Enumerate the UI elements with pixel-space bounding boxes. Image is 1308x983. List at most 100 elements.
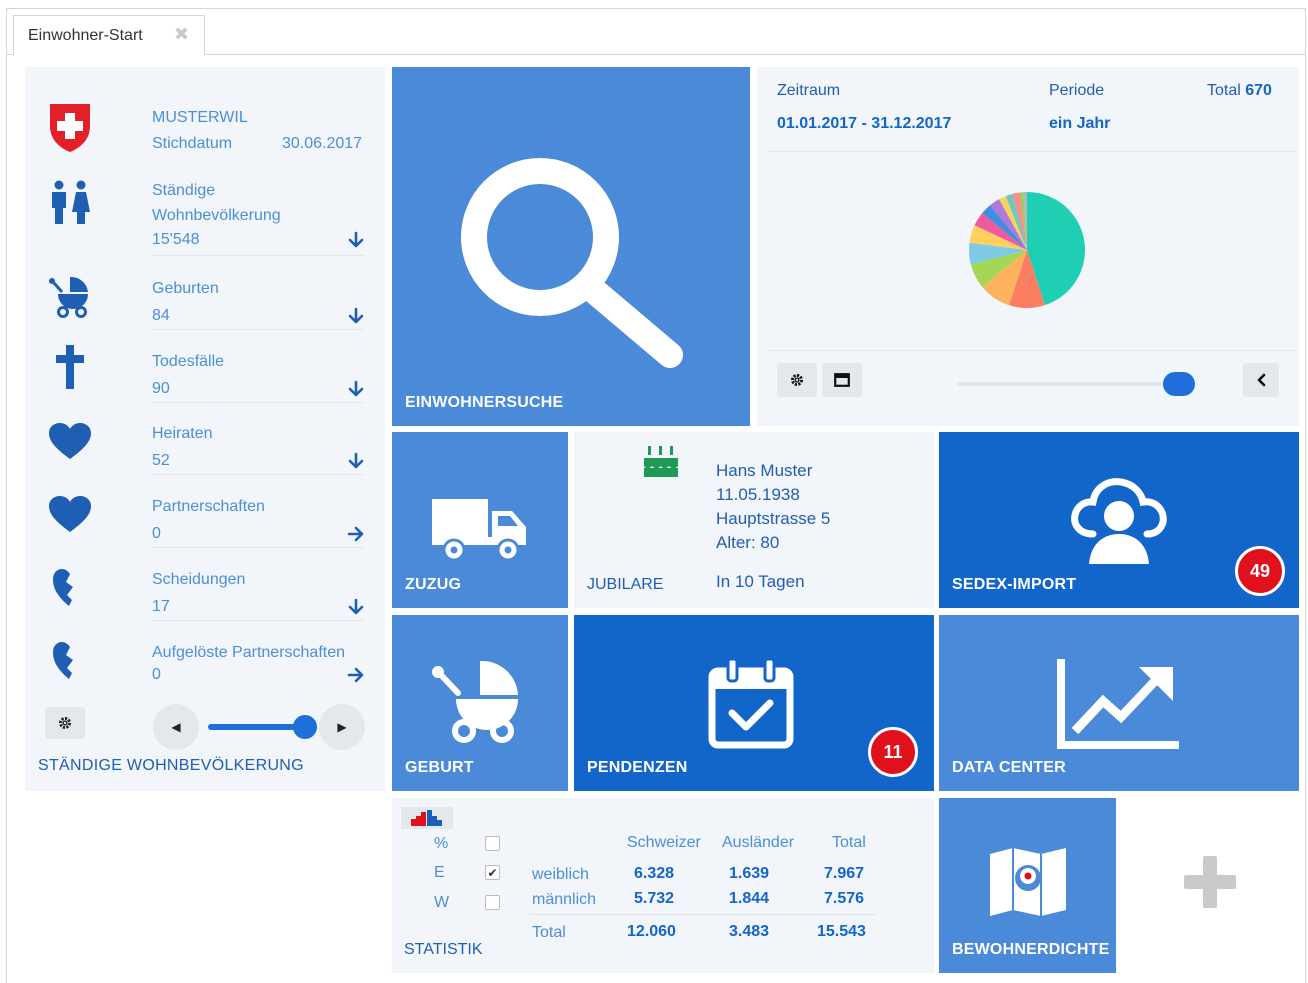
chart-slider-track[interactable] <box>957 382 1187 386</box>
cell-weiblich-auslaender: 1.639 <box>729 865 770 882</box>
next-button[interactable]: ▶ <box>319 704 365 750</box>
commune-row: MUSTERWIL Stichdatum 30.06.2017 <box>25 97 385 157</box>
stat-row-dissolved-partnerships[interactable]: Aufgelöste Partnerschaften 0 <box>25 636 385 696</box>
statistik-panel: % E ✔ W Schweizer Ausländer Total weibli… <box>392 798 934 973</box>
arrow-down-icon[interactable] <box>347 380 365 398</box>
people-icon <box>45 177 95 229</box>
settings-button[interactable] <box>45 707 85 739</box>
stroller-icon <box>45 270 95 322</box>
stat-row-marriages[interactable]: Heiraten 52 <box>25 417 385 477</box>
arrow-down-icon[interactable] <box>347 231 365 249</box>
tile-label: STATISTIK <box>404 941 483 958</box>
tile-label: BEWOHNERDICHTE <box>952 941 1110 958</box>
geburt-tile[interactable]: GEBURT <box>392 615 568 791</box>
total-label: Total <box>1207 82 1241 99</box>
jubilare-tile[interactable]: Hans Muster 11.05.1938 Hauptstrasse 5 Al… <box>574 432 934 608</box>
period-label: Zeitraum <box>777 82 841 99</box>
trend-chart-icon <box>1057 659 1179 749</box>
zuzug-tile[interactable]: ZUZUG <box>392 432 568 608</box>
arrow-down-icon[interactable] <box>347 452 365 470</box>
calendar-check-icon <box>708 657 794 749</box>
option-e-checkbox[interactable]: ✔ <box>485 865 500 880</box>
stroller-icon <box>432 660 518 743</box>
previous-button[interactable]: ◀ <box>153 704 199 750</box>
cell-total-schweizer: 12.060 <box>627 923 676 940</box>
tile-label: PENDENZEN <box>587 759 688 776</box>
arrow-down-icon[interactable] <box>347 598 365 616</box>
check-icon: ✔ <box>487 865 498 880</box>
stat-label: Aufgelöste Partnerschaften <box>152 644 346 661</box>
chart-slider-handle[interactable] <box>1163 372 1195 396</box>
arrow-right-icon[interactable] <box>347 666 365 684</box>
pyramid-chart-icon <box>401 807 453 829</box>
gear-icon <box>791 374 803 386</box>
row-divider <box>152 329 364 330</box>
stat-row-partnerships[interactable]: Partnerschaften 0 <box>25 490 385 550</box>
cell-total-auslaender: 3.483 <box>729 923 770 940</box>
stat-label: Scheidungen <box>152 571 246 588</box>
stat-value: 0 <box>152 666 161 683</box>
pendenzen-tile[interactable]: PENDENZEN 11 <box>574 615 934 791</box>
stat-row-divorces[interactable]: Scheidungen 17 <box>25 563 385 623</box>
tab-bar: Einwohner-Start ✖ <box>7 9 1305 56</box>
arrow-down-icon[interactable] <box>347 307 365 325</box>
stat-value: 90 <box>152 380 170 397</box>
arrow-right-icon[interactable] <box>347 525 365 543</box>
footer-divider <box>767 350 1297 351</box>
tab-title: Einwohner-Start <box>28 26 143 44</box>
stat-value: 84 <box>152 307 170 324</box>
sedex-badge: 49 <box>1235 546 1285 596</box>
window-toggle-button[interactable] <box>822 363 862 397</box>
total-summary: Total 670 <box>1207 82 1272 100</box>
stat-label: Heiraten <box>152 425 213 442</box>
row-divider <box>152 402 364 403</box>
period-slider-handle[interactable] <box>293 715 317 739</box>
option-w-checkbox[interactable] <box>485 895 500 910</box>
pie-chart-panel: Zeitraum 01.01.2017 - 31.12.2017 Periode… <box>757 67 1299 426</box>
row-label-maennlich: männlich <box>532 891 597 908</box>
stat-value: 0 <box>152 525 161 542</box>
stat-row-population[interactable]: Ständige Wohnbevölkerung 15'548 <box>25 177 385 257</box>
option-percent-label: % <box>434 835 449 852</box>
total-divider <box>530 914 876 915</box>
tile-label: GEBURT <box>405 759 474 776</box>
einwohnersuche-tile[interactable]: EINWOHNERSUCHE <box>392 67 750 426</box>
col-header-total: Total <box>832 834 866 851</box>
tab-einwohner-start[interactable]: Einwohner-Start ✖ <box>13 15 205 56</box>
jubilar-age: Alter: 80 <box>716 533 780 552</box>
row-divider <box>152 547 364 548</box>
data-center-tile[interactable]: DATA CENTER <box>939 615 1299 791</box>
row-divider <box>152 620 364 621</box>
triangle-left-icon: ◀ <box>171 720 181 734</box>
birthday-cake-icon <box>644 446 678 477</box>
broken-heart-icon <box>45 634 95 686</box>
row-divider <box>152 255 364 256</box>
stat-label: Ständige <box>152 182 216 199</box>
option-percent-checkbox[interactable] <box>485 836 500 851</box>
sedex-import-tile[interactable]: SEDEX-IMPORT 49 <box>939 432 1299 608</box>
bewohnerdichte-tile[interactable]: BEWOHNERDICHTE <box>939 798 1116 973</box>
cell-maennlich-auslaender: 1.844 <box>729 890 770 907</box>
col-header-auslaender: Ausländer <box>722 834 795 851</box>
stat-row-deaths[interactable]: Todesfälle 90 <box>25 345 385 405</box>
close-icon[interactable]: ✖ <box>174 25 190 43</box>
stat-label: Geburten <box>152 280 219 297</box>
cell-maennlich-schweizer: 5.732 <box>634 890 675 907</box>
col-header-schweizer: Schweizer <box>627 834 701 851</box>
add-tile-button[interactable] <box>1122 798 1299 973</box>
stat-row-births[interactable]: Geburten 84 <box>25 272 385 332</box>
panel-title: STÄNDIGE WOHNBEVÖLKERUNG <box>38 757 304 774</box>
pie-chart <box>969 192 1085 308</box>
broken-heart-icon <box>45 561 95 613</box>
pendenzen-badge: 11 <box>868 727 918 777</box>
collapse-button[interactable] <box>1243 363 1279 397</box>
periode-label: Periode <box>1049 82 1105 99</box>
jubilar-street: Hauptstrasse 5 <box>716 509 831 528</box>
cell-weiblich-total: 7.967 <box>824 865 865 882</box>
chart-settings-button[interactable] <box>777 363 817 397</box>
tile-label: EINWOHNERSUCHE <box>405 394 564 411</box>
tile-label: SEDEX-IMPORT <box>952 576 1077 593</box>
stat-label: Todesfälle <box>152 353 225 370</box>
cell-maennlich-total: 7.576 <box>824 890 865 907</box>
map-pin-icon <box>990 848 1066 916</box>
